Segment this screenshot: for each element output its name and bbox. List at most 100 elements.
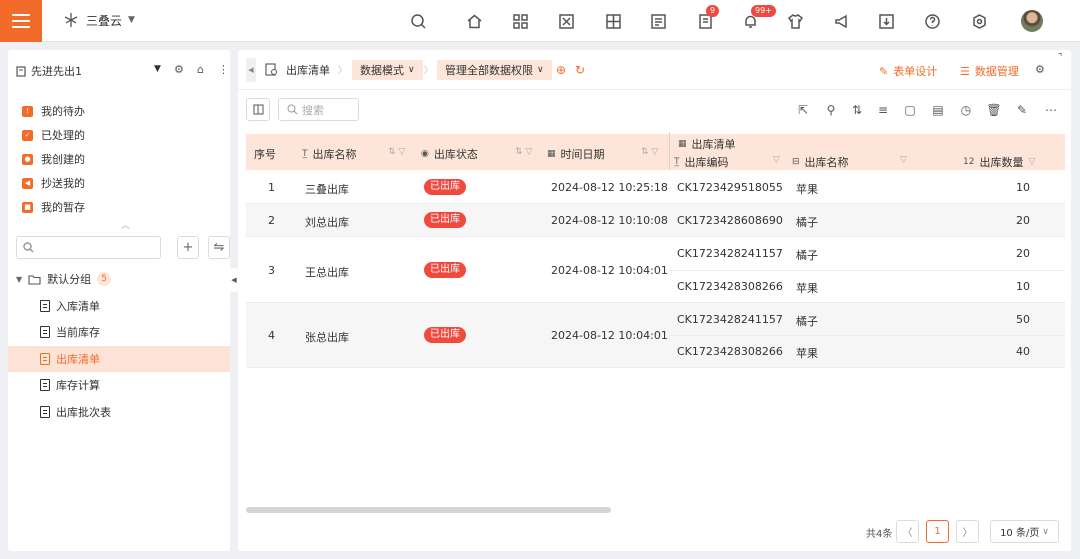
menu-button[interactable] — [0, 0, 42, 42]
group-default[interactable]: ▼ 默认分组 5 — [16, 268, 112, 290]
table-header: 序号 T̲ 出库名称 ⇅ ▽ ◉ 出库状态 ⇅ ▽ ▦ 时间日期 ⇅ ▽ ▦ 出… — [246, 132, 1065, 170]
grid-icon[interactable] — [603, 11, 623, 31]
crumb-mode[interactable]: 数据模式 ∨ — [352, 60, 423, 80]
page-button-current[interactable]: 1 — [926, 520, 949, 543]
quick-item-draft[interactable]: ■ 我的暂存 — [22, 198, 85, 216]
column-header-sub-name[interactable]: ⊟ 出库名称 — [792, 154, 849, 170]
add-circle-icon[interactable]: ⊕ — [556, 63, 566, 77]
swap-icon[interactable]: ⇋ — [208, 236, 230, 259]
comment-icon[interactable]: ▢ — [902, 102, 918, 118]
page-size-select[interactable]: 10 条/页 ∨ — [990, 520, 1059, 543]
settings-icon[interactable]: ⚙ — [1035, 63, 1045, 76]
history-icon[interactable]: ◷ — [958, 102, 974, 118]
home-icon[interactable] — [464, 11, 484, 31]
column-header-label: 时间日期 — [560, 148, 605, 161]
column-header-name[interactable]: T̲ 出库名称 — [302, 146, 357, 162]
delete-icon[interactable]: 🗑 — [986, 102, 1002, 118]
cell-code: CK1723428241157 — [677, 313, 783, 326]
quick-item-cc[interactable]: ◀ 抄送我的 — [22, 174, 85, 192]
text-field-icon: T̲ — [302, 149, 308, 159]
bell-icon[interactable]: 99+ — [740, 5, 776, 31]
sort-filter-icon[interactable]: ⇅ ▽ — [641, 147, 658, 157]
column-header-qty[interactable]: 12 出库数量 ▽ — [963, 154, 1035, 170]
form-icon[interactable] — [648, 11, 668, 31]
subtable-label: 出库清单 — [691, 138, 736, 151]
cell-time: 2024-08-12 10:25:18 — [551, 181, 668, 194]
column-header-label: 出库名称 — [804, 156, 849, 169]
filter-icon[interactable]: ▽ — [900, 155, 907, 165]
document-icon — [40, 300, 50, 312]
add-button[interactable]: + — [177, 236, 199, 259]
list-icon[interactable]: ≡ — [875, 102, 891, 118]
edit-icon[interactable]: ✎ — [1014, 102, 1030, 118]
apps-icon[interactable] — [510, 11, 530, 31]
back-icon[interactable]: ◀ — [246, 58, 256, 82]
print-icon[interactable]: ▤ — [930, 102, 946, 118]
more-icon[interactable]: ⋯ — [1043, 102, 1059, 118]
crumb-permission[interactable]: 管理全部数据权限 ∨ — [437, 60, 552, 80]
status-badge: 已出库 — [424, 262, 466, 278]
radio-icon: ◉ — [421, 149, 429, 159]
table-row[interactable]: 1 三叠出库 已出库 2024-08-12 10:25:18 CK1723429… — [246, 170, 1065, 204]
left-search-input[interactable] — [16, 236, 161, 259]
table-row[interactable]: 4 张总出库 已出库 2024-08-12 10:04:01 CK1723428… — [246, 303, 1065, 368]
sidebar-item-outbound-list[interactable]: 出库清单 — [8, 346, 230, 372]
quick-item-todo[interactable]: ! 我的待办 — [22, 102, 85, 120]
task-icon[interactable]: 9 — [695, 5, 720, 31]
calendar-icon: ▦ — [547, 149, 556, 159]
form-design-button[interactable]: ✎ 表单设计 — [879, 63, 937, 79]
collapse-up-icon[interactable]: ︿ — [121, 218, 130, 231]
cell-sub-name: 橘子 — [796, 249, 818, 262]
filter-icon[interactable]: ⚲ — [823, 102, 839, 118]
export-icon[interactable]: ⇱ — [795, 102, 811, 118]
cell-seq: 4 — [268, 329, 275, 342]
next-page-button[interactable]: 〉 — [956, 520, 979, 543]
home-icon[interactable]: ⌂ — [197, 63, 204, 76]
expand-icon[interactable]: ⌝ — [1058, 53, 1062, 63]
sidebar-item-current-stock[interactable]: 当前库存 — [8, 319, 230, 345]
layout-toggle-icon[interactable] — [246, 98, 270, 121]
sidebar-item-label: 当前库存 — [56, 326, 100, 339]
refresh-icon[interactable]: ↻ — [575, 63, 585, 77]
quick-item-done[interactable]: ✓ 已处理的 — [22, 126, 85, 144]
crumb-mode-label: 数据模式 — [360, 64, 404, 77]
column-header-code[interactable]: T̲ 出库编码 — [674, 154, 729, 170]
column-header-status[interactable]: ◉ 出库状态 — [421, 146, 478, 162]
sort-icon[interactable]: ⇅ — [849, 102, 865, 118]
megaphone-icon[interactable] — [831, 11, 851, 31]
workspace-switcher[interactable]: 三叠云 ▼ — [62, 11, 135, 29]
sidebar-item-outbound-batch[interactable]: 出库批次表 — [8, 399, 230, 425]
table-row[interactable]: 3 王总出库 已出库 2024-08-12 10:04:01 CK1723428… — [246, 237, 1065, 303]
app-switch-caret-icon[interactable]: ▼ — [154, 64, 161, 74]
table-row[interactable]: 2 刘总出库 已出库 2024-08-12 10:10:08 CK1723428… — [246, 204, 1065, 237]
settings-icon[interactable] — [969, 11, 989, 31]
filter-icon[interactable]: ▽ — [773, 155, 780, 165]
quick-item-label: 我的暂存 — [41, 201, 85, 214]
settings-icon[interactable]: ⚙ — [174, 63, 184, 76]
crumb-page[interactable]: 出库清单 — [286, 60, 330, 80]
more-icon[interactable]: ⋮ — [218, 63, 229, 76]
cell-code: CK1723429518055 — [677, 181, 783, 194]
database-icon: ☰ — [960, 64, 970, 78]
column-header-time[interactable]: ▦ 时间日期 — [547, 146, 605, 162]
search-icon[interactable] — [408, 11, 428, 31]
avatar[interactable] — [1021, 10, 1043, 32]
horizontal-scrollbar[interactable] — [246, 507, 611, 513]
shirt-icon[interactable] — [785, 11, 805, 31]
sidebar-item-inbound-list[interactable]: 入库清单 — [8, 293, 230, 319]
scan-icon[interactable] — [556, 11, 576, 31]
help-icon[interactable] — [922, 11, 942, 31]
quick-item-created[interactable]: ● 我创建的 — [22, 150, 85, 168]
subrow-divider — [669, 335, 1065, 336]
panel-collapse-handle[interactable]: ◀ — [230, 268, 238, 292]
save-icon: ■ — [22, 201, 33, 213]
number-field-icon: 12 — [963, 157, 975, 167]
data-manage-button[interactable]: ☰ 数据管理 — [960, 63, 1019, 79]
download-icon[interactable] — [876, 11, 896, 31]
sort-filter-icon[interactable]: ⇅ ▽ — [388, 147, 405, 157]
send-icon: ◀ — [22, 177, 33, 189]
sidebar-item-stock-calc[interactable]: 库存计算 — [8, 372, 230, 398]
prev-page-button[interactable]: 〈 — [896, 520, 919, 543]
sort-filter-icon[interactable]: ⇅ ▽ — [515, 147, 532, 157]
table-search-input[interactable]: 搜索 — [278, 98, 359, 121]
